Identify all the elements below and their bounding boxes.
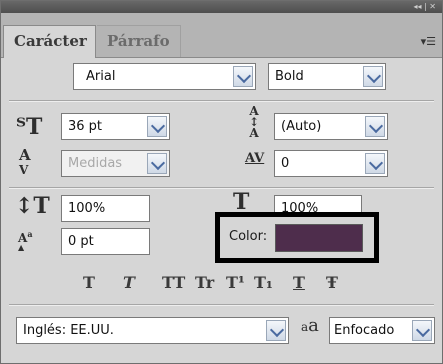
- baseline-shift-icon: Aa ▲: [18, 229, 33, 252]
- tab-strip: Carácter Párrafo ▾☰: [1, 13, 442, 58]
- vertical-scale-input[interactable]: 100%: [61, 195, 150, 222]
- font-family-value: Arial: [86, 69, 116, 84]
- superscript-button[interactable]: T¹: [226, 273, 245, 292]
- color-label: Color:: [229, 229, 268, 244]
- tab-paragraph[interactable]: Párrafo: [97, 25, 181, 57]
- tracking-value: 0: [281, 156, 290, 171]
- leading-dropdown-button[interactable]: [365, 116, 385, 137]
- vertical-scale-value: 100%: [68, 201, 106, 216]
- antialias-select[interactable]: Enfocado: [329, 317, 435, 344]
- tracking-icon: AV: [245, 151, 265, 166]
- antialias-value: Enfocado: [334, 323, 395, 338]
- underline-button[interactable]: T: [293, 273, 305, 292]
- language-select[interactable]: Inglés: EE.UU.: [16, 317, 289, 344]
- language-value: Inglés: EE.UU.: [23, 323, 114, 338]
- kerning-value: Medidas: [68, 156, 123, 171]
- small-caps-button[interactable]: Tr: [195, 273, 214, 292]
- language-dropdown-button[interactable]: [266, 320, 286, 341]
- strikethrough-button[interactable]: Ŧ: [326, 273, 338, 292]
- kerning-icon: AV: [19, 146, 31, 178]
- font-size-dropdown-button[interactable]: [147, 116, 167, 137]
- faux-italic-button[interactable]: T: [123, 273, 135, 292]
- font-size-value: 36 pt: [68, 119, 103, 134]
- baseline-shift-value: 0 pt: [68, 234, 94, 249]
- vertical-scale-icon: ↕T: [15, 193, 50, 219]
- tab-character[interactable]: Carácter: [3, 25, 96, 58]
- separator: [9, 304, 434, 306]
- subscript-button[interactable]: T₁: [254, 273, 273, 292]
- separator: [9, 187, 434, 189]
- panel-titlebar: ◂◂ | ✕: [1, 1, 442, 13]
- character-panel: ◂◂ | ✕ Carácter Párrafo ▾☰ Arial Bold ᵀT…: [0, 0, 443, 364]
- separator: [9, 100, 434, 102]
- font-style-dropdown-button[interactable]: [363, 66, 383, 87]
- font-size-icon: ᵀT: [16, 114, 43, 140]
- font-size-input[interactable]: 36 pt: [61, 113, 170, 140]
- kerning-dropdown-button[interactable]: [147, 153, 167, 174]
- font-family-select[interactable]: Arial: [73, 63, 256, 90]
- leading-icon: A ↕ A: [248, 104, 260, 140]
- faux-bold-button[interactable]: T: [83, 273, 95, 292]
- baseline-shift-input[interactable]: 0 pt: [61, 228, 150, 255]
- collapse-close-controls[interactable]: ◂◂ | ✕: [413, 1, 436, 13]
- tracking-input[interactable]: 0: [274, 150, 388, 177]
- all-caps-button[interactable]: TT: [162, 273, 185, 292]
- panel-menu-icon[interactable]: ▾☰: [421, 35, 436, 48]
- font-style-select[interactable]: Bold: [268, 63, 386, 90]
- leading-value: (Auto): [281, 119, 322, 134]
- kerning-input[interactable]: Medidas: [61, 150, 170, 177]
- antialias-icon: aaaa: [301, 315, 319, 336]
- color-swatch[interactable]: [275, 224, 363, 252]
- font-family-dropdown-button[interactable]: [233, 66, 253, 87]
- tracking-dropdown-button[interactable]: [365, 153, 385, 174]
- antialias-dropdown-button[interactable]: [412, 320, 432, 341]
- font-style-value: Bold: [275, 69, 304, 84]
- leading-input[interactable]: (Auto): [274, 113, 388, 140]
